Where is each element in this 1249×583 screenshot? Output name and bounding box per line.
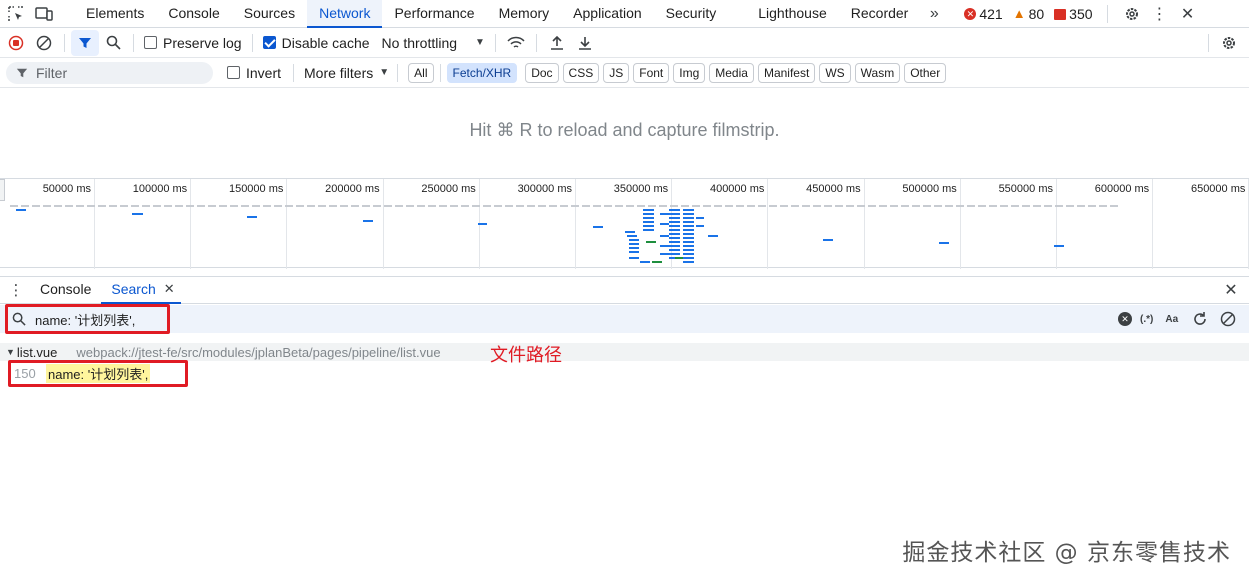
chip-wasm[interactable]: Wasm [854,62,901,83]
search-icon[interactable] [99,30,127,56]
drawer-tab-console[interactable]: Console [30,276,101,304]
device-toolbar-icon[interactable] [30,1,58,27]
inspect-element-icon[interactable] [2,1,30,27]
annotation-file-path-label: 文件路径 [490,345,562,366]
request-bars [16,209,1064,263]
regex-toggle[interactable]: (.*) [1140,314,1153,325]
export-har-download-icon[interactable] [571,30,599,56]
chip-js[interactable]: JS [603,62,630,83]
drawer-menu-kebab-icon[interactable]: ⋮ [2,277,30,303]
disable-cache-checkbox[interactable]: Disable cache [262,35,370,51]
network-conditions-wifi-icon[interactable] [502,30,530,56]
match-case-toggle[interactable]: Aa [1165,314,1178,325]
chip-css[interactable]: CSS [562,62,600,83]
annotation-box-result-line [8,360,188,387]
chip-media[interactable]: Media [709,62,754,83]
tab-lighthouse[interactable]: Lighthouse [746,0,839,28]
error-counter[interactable]: ✕ 421 [964,6,1003,22]
warning-icon: ▲ [1012,6,1026,21]
chip-fetch-xhr[interactable]: Fetch/XHR [446,62,518,83]
tab-recorder[interactable]: Recorder [839,0,921,28]
chip-all[interactable]: All [408,62,434,83]
chip-doc[interactable]: Doc [525,62,559,83]
tab-console[interactable]: Console [156,0,231,28]
watermark: 掘金技术社区 @ 京东零售技术 [902,540,1231,566]
filter-input[interactable]: Filter [6,61,213,84]
result-file-name: list.vue [16,344,58,360]
issue-flag-icon [1054,9,1067,20]
disable-cache-check[interactable] [262,36,276,49]
network-settings-gear-icon[interactable] [1215,30,1243,56]
kebab-menu-icon[interactable]: ⋮ [1146,1,1174,27]
annotation-box-search-input [5,304,170,334]
green-request-bars [646,241,683,263]
issues-counter[interactable]: 350 [1054,6,1093,22]
result-file-path: webpack://jtest-fe/src/modules/jplanBeta… [76,344,441,360]
tab-sources[interactable]: Sources [232,0,307,28]
close-search-tab-icon[interactable]: ✕ [164,276,175,302]
preserve-log-checkbox[interactable]: Preserve log [144,35,242,51]
clear-results-icon[interactable] [1214,306,1242,332]
warning-counter[interactable]: ▲ 80 [1013,6,1044,22]
chip-other[interactable]: Other [904,62,947,83]
import-har-upload-icon[interactable] [543,30,571,56]
invert-check[interactable] [227,66,240,79]
clear-search-icon[interactable]: ✕ [1118,312,1132,326]
devtools-tab-bar: Elements Console Sources Network Perform… [0,0,1249,28]
tab-performance[interactable]: Performance [382,0,486,28]
tab-application[interactable]: Application [561,0,654,28]
close-drawer-icon[interactable]: ✕ [1217,277,1245,303]
settings-gear-icon[interactable] [1118,1,1146,27]
chip-manifest[interactable]: Manifest [757,62,816,83]
chip-ws[interactable]: WS [819,62,851,83]
tab-memory[interactable]: Memory [487,0,562,28]
invert-checkbox[interactable]: Invert [227,65,281,81]
dropdown-arrow-icon: ▼ [475,37,485,48]
search-bar: name: '计划列表', ✕ (.*) Aa [0,305,1249,333]
search-result-file-header[interactable]: ▼ list.vue webpack://jtest-fe/src/module… [0,343,1249,361]
more-filters-dropdown[interactable]: More filters ▼ [304,65,389,81]
preserve-log-check[interactable] [144,36,157,49]
tab-network[interactable]: Network [307,0,383,28]
chip-font[interactable]: Font [633,62,670,83]
refresh-search-icon[interactable] [1186,306,1214,332]
filmstrip-message: Hit ⌘ R to reload and capture filmstrip. [469,120,780,140]
dense-request-cluster [625,209,718,263]
close-devtools-icon[interactable]: ✕ [1174,1,1202,27]
tab-elements[interactable]: Elements [74,0,156,28]
record-stop-icon[interactable] [2,30,30,56]
tab-security[interactable]: Security [654,0,729,28]
drawer-tab-bar: ⋮ Console Search ✕ ✕ [0,276,1249,304]
clear-icon[interactable] [30,30,58,56]
drawer-tab-search[interactable]: Search ✕ [101,276,181,304]
network-toolbar: Preserve log Disable cache No throttling… [0,28,1249,58]
more-tabs-icon[interactable]: » [920,1,948,27]
chip-img[interactable]: Img [673,62,706,83]
filter-bar: Filter Invert More filters ▼ All Fetch/X… [0,58,1249,88]
error-icon: ✕ [964,7,977,20]
dropdown-arrow-icon: ▼ [379,67,390,78]
throttling-select[interactable]: No throttling ▼ [382,35,485,51]
expand-triangle-icon[interactable]: ▼ [6,347,15,357]
overview-waterfall [10,205,1120,263]
filter-funnel-small-icon [16,68,28,77]
search-input[interactable]: name: '计划列表', [8,307,1118,331]
network-overview-timeline[interactable]: 50000 ms 100000 ms 150000 ms 200000 ms 25000… [0,178,1249,269]
filter-funnel-icon[interactable] [71,29,99,56]
